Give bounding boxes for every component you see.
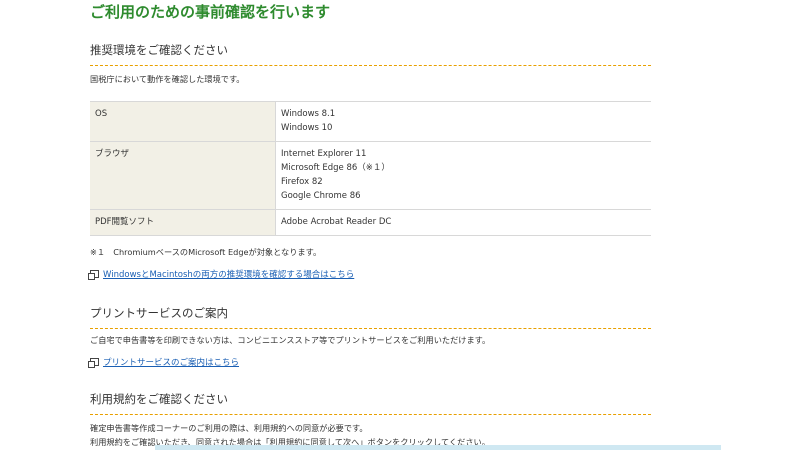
table-row: OS Windows 8.1 Windows 10 (90, 101, 651, 142)
env-value-pdf: Adobe Acrobat Reader DC (275, 209, 651, 236)
env-value-line: Firefox 82 (281, 177, 323, 187)
env-label-pdf: PDF閲覧ソフト (90, 209, 276, 236)
env-value-line: Google Chrome 86 (281, 191, 361, 201)
env-link-row: WindowsとMacintoshの両方の推奨環境を確認する場合はこちら (88, 268, 354, 280)
env-value-os: Windows 8.1 Windows 10 (275, 101, 651, 142)
page-title: ご利用のための事前確認を行います (90, 3, 331, 21)
bottom-bar (155, 445, 721, 450)
env-label-os: OS (90, 101, 276, 142)
env-value-browser: Internet Explorer 11 Microsoft Edge 86（※… (275, 141, 651, 210)
print-section-title: プリントサービスのご案内 (90, 305, 651, 329)
env-table: OS Windows 8.1 Windows 10 ブラウザ Internet … (90, 101, 651, 236)
env-label-browser: ブラウザ (90, 141, 276, 210)
external-window-icon (88, 358, 99, 368)
print-service-link[interactable]: プリントサービスのご案内はこちら (103, 356, 239, 368)
print-link-row: プリントサービスのご案内はこちら (88, 356, 239, 368)
env-value-line: Microsoft Edge 86（※１） (281, 163, 390, 173)
env-value-line: Internet Explorer 11 (281, 149, 367, 159)
env-value-line: Adobe Acrobat Reader DC (281, 217, 392, 227)
external-window-icon (88, 270, 99, 280)
terms-section-title: 利用規約をご確認ください (90, 391, 651, 415)
env-value-line: Windows 8.1 (281, 109, 336, 119)
env-footnote: ※１ ChromiumベースのMicrosoft Edgeが対象となります。 (90, 247, 322, 257)
env-value-line: Windows 10 (281, 123, 333, 133)
env-both-os-link[interactable]: WindowsとMacintoshの両方の推奨環境を確認する場合はこちら (103, 268, 354, 280)
table-row: ブラウザ Internet Explorer 11 Microsoft Edge… (90, 141, 651, 210)
env-section-title: 推奨環境をご確認ください (90, 42, 651, 66)
print-text: ご自宅で申告書等を印刷できない方は、コンビニエンスストア等でプリントサービスをご… (90, 335, 491, 345)
terms-line-1: 確定申告書等作成コーナーのご利用の際は、利用規約への同意が必要です。 (90, 423, 368, 433)
table-row: PDF閲覧ソフト Adobe Acrobat Reader DC (90, 209, 651, 236)
env-intro-text: 国税庁において動作を確認した環境です。 (90, 74, 245, 84)
